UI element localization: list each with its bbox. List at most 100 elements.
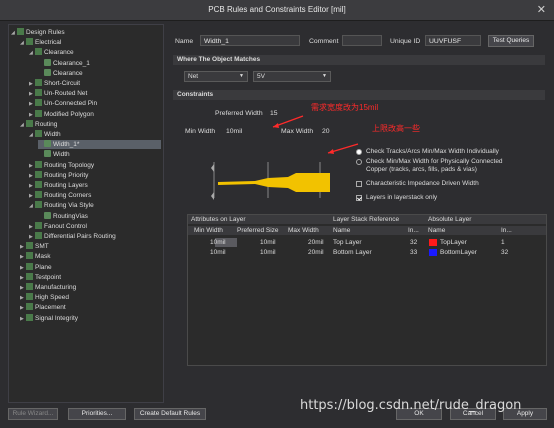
tree-item[interactable]: ▶ Fanout Control — [29, 221, 87, 231]
tree-item[interactable]: ▶ Mask — [20, 252, 51, 261]
annotation-max: 上限改高一些 — [372, 124, 420, 133]
col-absolute-index[interactable]: In... — [501, 227, 512, 234]
watermark-text: https://blog.csdn.net/rude_dragon — [300, 398, 522, 413]
tree-item[interactable]: ▶ Signal Integrity — [20, 313, 78, 323]
name-input[interactable]: Width_1 — [200, 35, 300, 46]
tree-item[interactable]: ◢ Clearance — [29, 48, 74, 57]
tree-item-label: Short-Circuit — [44, 80, 81, 87]
cell-absolute-index[interactable]: 1 — [501, 239, 505, 246]
col-preferred-size[interactable]: Preferred Size — [237, 227, 279, 234]
cell-absolute-name[interactable]: BottomLayer — [440, 249, 477, 256]
cell-min-width[interactable]: 10mil — [210, 239, 226, 246]
unique-id-input[interactable]: UUVFUSF — [425, 35, 481, 46]
folder-icon — [35, 160, 42, 168]
tree-item[interactable]: ◢ Routing — [20, 119, 58, 129]
tree-item-label: Routing Topology — [44, 161, 95, 169]
cell-layer-index[interactable]: 32 — [410, 239, 417, 246]
folder-icon — [26, 252, 33, 260]
tree-item-label: Mask — [35, 253, 51, 261]
folder-icon — [35, 109, 42, 117]
scope-select[interactable]: Net ▼ — [184, 71, 248, 82]
tree-item[interactable]: ◢ Electrical — [20, 38, 61, 47]
tree-item[interactable]: ▶ Modified Polygon — [29, 109, 94, 119]
cell-max-width[interactable]: 20mil — [308, 249, 324, 256]
tree-item[interactable]: ◢ Routing Via Style — [29, 201, 94, 210]
option-label: Characteristic Impedance Driven Width — [366, 180, 479, 187]
cell-preferred-size[interactable]: 10mil — [260, 239, 276, 246]
tree-item-label: Modified Polygon — [44, 110, 94, 118]
tree-item-label: Clearance — [44, 49, 74, 57]
col-layer-index[interactable]: In... — [408, 227, 419, 234]
tree-item-label: Un-Connected Pin — [44, 100, 98, 108]
folder-icon — [35, 48, 42, 56]
table-row[interactable]: 10mil 10mil 20mil Bottom Layer 33 BottomLayer… — [188, 248, 546, 258]
col-absolute-name[interactable]: Name — [428, 227, 445, 234]
tree-item[interactable]: Width — [38, 150, 70, 159]
scope-select-value: Net — [188, 73, 199, 80]
comment-input[interactable] — [342, 35, 382, 46]
tree-item-label: Signal Integrity — [35, 314, 78, 322]
tree-item-label: Electrical — [35, 39, 62, 47]
tree-item[interactable]: ▶ Differential Pairs Routing — [29, 232, 116, 241]
tree-item[interactable]: ▶ High Speed — [20, 293, 69, 302]
cell-layer-index[interactable]: 33 — [410, 249, 417, 256]
tree-item[interactable]: ▶ Short-Circuit — [29, 79, 80, 88]
checkbox[interactable] — [356, 181, 362, 187]
tree-item[interactable]: ▶ Un-Connected Pin — [29, 99, 97, 108]
layer-color-swatch — [429, 249, 437, 256]
col-max-width[interactable]: Max Width — [288, 227, 319, 234]
cell-layer-name[interactable]: Top Layer — [333, 239, 362, 246]
tree-item[interactable]: ◢ Design Rules — [11, 28, 65, 37]
test-queries-button[interactable]: Test Queries — [488, 35, 534, 47]
tree-item[interactable]: ▶ Testpoint — [20, 272, 61, 282]
cell-layer-name[interactable]: Bottom Layer — [333, 249, 372, 256]
tree-item[interactable]: ▶ Routing Priority — [29, 170, 88, 180]
tree-item[interactable]: RoutingVias — [38, 211, 88, 221]
tree-item-label: Routing Layers — [44, 182, 88, 189]
layer-attributes-table[interactable]: Attributes on Layer Layer Stack Referenc… — [187, 214, 547, 366]
option-label: Layers in layerstack only — [366, 194, 438, 201]
radio-button[interactable] — [356, 159, 362, 165]
title-bar: PCB Rules and Constraints Editor [mil] ✕ — [0, 0, 554, 21]
tree-item[interactable]: Width_1* — [38, 140, 161, 150]
comment-label: Comment — [309, 38, 339, 45]
priorities-button[interactable]: Priorities... — [68, 408, 126, 420]
tree-item[interactable]: ▶ Plane — [20, 262, 52, 272]
tree-item[interactable]: ▶ Routing Topology — [29, 160, 95, 170]
tree-item[interactable]: Clearance_1 — [38, 58, 90, 68]
tree-item[interactable]: Clearance — [38, 68, 83, 78]
tree-item-label: Fanout Control — [44, 222, 87, 230]
folder-icon — [26, 38, 33, 46]
col-layer-name[interactable]: Name — [333, 227, 350, 234]
net-select[interactable]: 5V ▼ — [253, 71, 331, 82]
cell-absolute-name[interactable]: TopLayer — [440, 239, 467, 246]
tree-item-label: Width_1* — [53, 141, 80, 149]
layer-color-swatch — [429, 239, 437, 246]
tree-item[interactable]: ▶ SMT — [20, 242, 49, 251]
cell-preferred-size[interactable]: 10mil — [260, 249, 276, 256]
tree-item[interactable]: ◢ Width — [29, 130, 61, 139]
create-default-rules-button[interactable]: Create Default Rules — [134, 408, 206, 420]
cell-min-width[interactable]: 10mil — [210, 249, 226, 256]
tree-item[interactable]: ▶ Manufacturing — [20, 283, 76, 292]
tree-item-label: Clearance — [53, 69, 83, 77]
close-icon[interactable]: ✕ — [537, 3, 546, 16]
rules-tree[interactable]: ◢ Design Rules ◢ Electrical ◢ Clearance Cleara… — [8, 24, 164, 403]
tree-item[interactable]: ▶ Un-Routed Net — [29, 89, 87, 98]
checkbox[interactable] — [356, 195, 362, 201]
table-row[interactable]: 10mil 10mil 20mil Top Layer 32 TopLayer 1 — [188, 238, 546, 248]
folder-icon — [26, 283, 33, 290]
tree-item[interactable]: ▶ Placement — [20, 303, 66, 312]
chevron-down-icon: ▼ — [239, 73, 244, 79]
rule-wizard-button[interactable]: Rule Wizard... — [8, 408, 58, 420]
cell-max-width[interactable]: 20mil — [308, 239, 324, 246]
col-min-width[interactable]: Min Width — [194, 227, 223, 234]
cell-absolute-index[interactable]: 32 — [501, 249, 508, 256]
chevron-down-icon: ▼ — [322, 73, 327, 79]
tree-item[interactable]: ▶ Routing Layers — [29, 181, 88, 190]
tree-item-label: Placement — [35, 304, 66, 312]
folder-icon — [26, 293, 33, 301]
tree-item[interactable]: ▶ Routing Corners — [29, 191, 91, 200]
radio-button[interactable] — [356, 149, 362, 155]
tree-item-label: Routing — [35, 120, 58, 128]
